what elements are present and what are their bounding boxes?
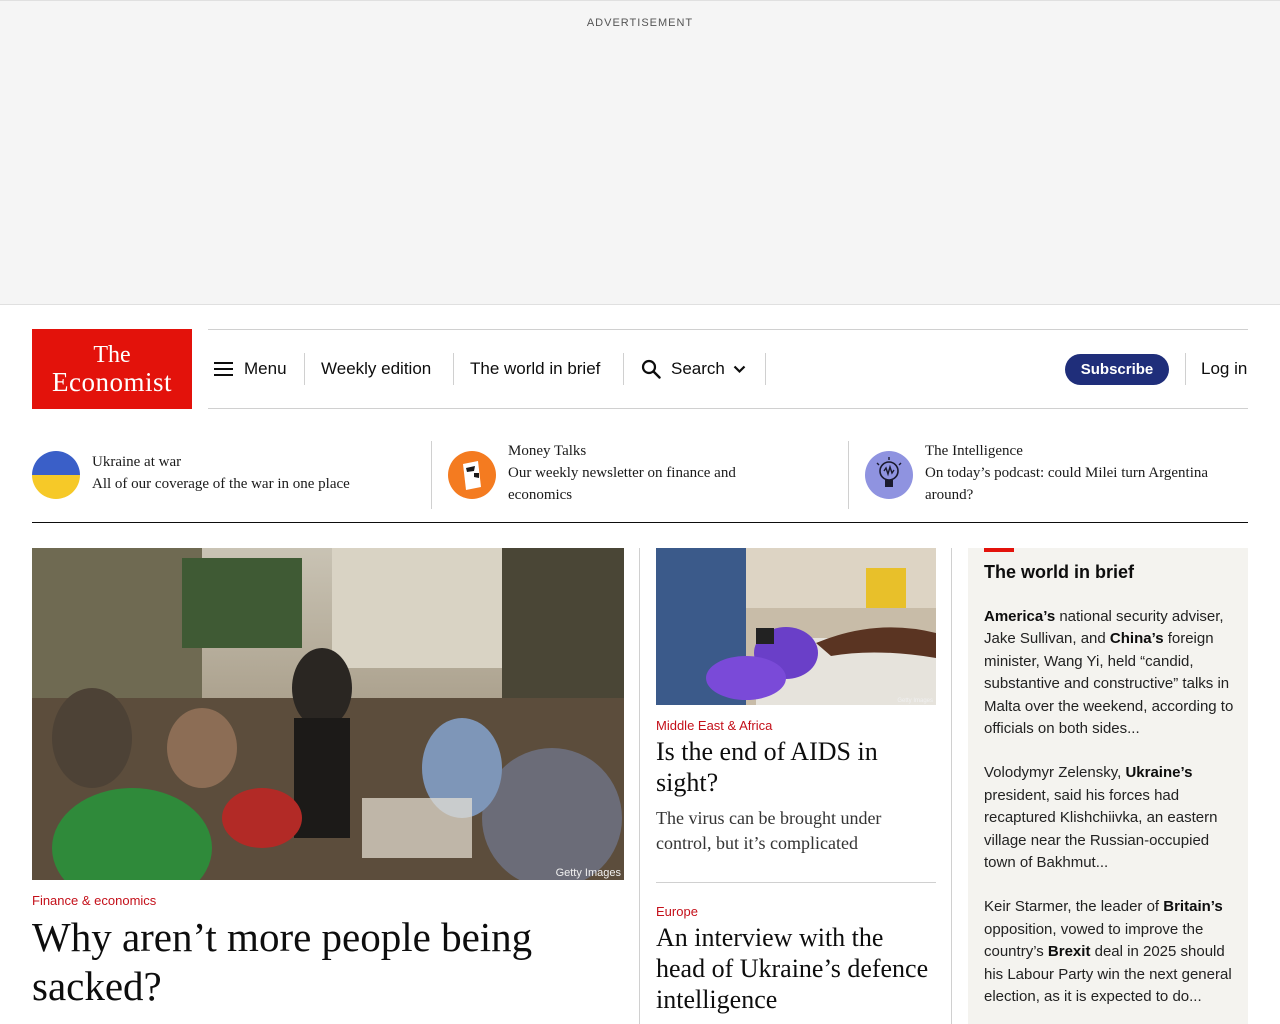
promo-divider — [848, 441, 849, 509]
lead-story-image[interactable]: Getty Images — [32, 548, 624, 880]
promo-title: Money Talks — [508, 443, 587, 459]
column-divider — [951, 548, 952, 1024]
brief-item[interactable]: Volodymyr Zelensky, Ukraine’s president,… — [984, 762, 1236, 874]
nav-divider — [304, 353, 305, 385]
main-navigation: Menu Weekly edition The world in brief S… — [208, 329, 1248, 409]
standfirst-line-2: control, but it’s complicated — [656, 833, 858, 853]
headline-line-2: head of Ukraine’s defence — [656, 954, 929, 983]
logo-line-2: Economist — [52, 367, 172, 397]
headline-line-2: sight? — [656, 768, 719, 797]
world-in-brief-list: America’s national security adviser, Jak… — [984, 606, 1236, 1024]
image-credit: Getty Images — [555, 867, 621, 879]
login-link[interactable]: Log in — [1201, 330, 1247, 408]
lightbulb-icon — [865, 451, 913, 499]
world-in-brief-link[interactable]: The world in brief — [470, 330, 600, 408]
headline-line-1: Is the end of AIDS in — [656, 737, 878, 766]
image-credit: Getty Images — [897, 698, 933, 704]
logo-line-1: The — [93, 342, 131, 368]
economist-logo[interactable]: The Economist — [32, 329, 192, 409]
section-accent-bar — [984, 548, 1014, 552]
promo-title: The Intelligence — [925, 443, 1023, 459]
promo-ukraine[interactable]: Ukraine at war All of our coverage of th… — [32, 440, 422, 510]
headline-line-1: An interview with the — [656, 923, 884, 952]
aids-story-image[interactable]: Getty Images — [656, 548, 936, 705]
section-label-middle-east[interactable]: Middle East & Africa — [656, 718, 772, 733]
brief-item[interactable]: America’s national security adviser, Jak… — [984, 606, 1236, 740]
headline-line-3: intelligence — [656, 985, 778, 1014]
advertisement-banner: ADVERTISEMENT — [0, 0, 1280, 305]
promo-description-line-1: Our weekly newsletter on finance and — [508, 465, 736, 481]
chevron-down-icon — [733, 365, 746, 373]
promo-the-intelligence[interactable]: The Intelligence On today’s podcast: cou… — [865, 440, 1248, 510]
weekly-edition-link[interactable]: Weekly edition — [321, 330, 431, 408]
advertisement-label: ADVERTISEMENT — [586, 17, 694, 29]
headline-line-2: sacked? — [32, 963, 162, 1009]
standfirst-line-1: The virus can be brought under — [656, 808, 882, 828]
menu-button[interactable]: Menu — [214, 330, 287, 408]
world-in-brief-panel: The world in brief America’s national se… — [968, 548, 1248, 1024]
search-label: Search — [671, 359, 725, 378]
brief-item[interactable]: Keir Starmer, the leader of Britain’s op… — [984, 896, 1236, 1008]
search-button[interactable]: Search — [641, 330, 746, 408]
nav-divider — [623, 353, 624, 385]
promo-title: Ukraine at war — [92, 454, 182, 470]
aids-story-standfirst: The virus can be brought under control, … — [656, 806, 936, 856]
promo-description-line-2: around? — [925, 487, 974, 503]
story-divider — [656, 882, 936, 883]
lead-story-headline[interactable]: Why aren’t more people being sacked? — [32, 913, 532, 1011]
menu-label: Menu — [244, 359, 287, 378]
column-divider — [639, 548, 640, 1024]
world-in-brief-title[interactable]: The world in brief — [984, 562, 1134, 583]
promo-description-line-2: economics — [508, 487, 573, 503]
subscribe-button[interactable]: Subscribe — [1065, 354, 1169, 385]
nav-divider — [765, 353, 766, 385]
promo-description-line-1: On today’s podcast: could Milei turn Arg… — [925, 465, 1209, 481]
promo-divider — [431, 441, 432, 509]
promo-money-talks[interactable]: Money Talks Our weekly newsletter on fin… — [448, 440, 838, 510]
section-divider — [32, 522, 1248, 523]
ukraine-flag-icon — [32, 451, 80, 499]
section-label-europe[interactable]: Europe — [656, 904, 698, 919]
headline-line-1: Why aren’t more people being — [32, 914, 533, 960]
nav-divider — [1185, 353, 1186, 385]
ukraine-interview-headline[interactable]: An interview with the head of Ukraine’s … — [656, 922, 928, 1015]
search-icon — [641, 359, 661, 379]
section-label-finance[interactable]: Finance & economics — [32, 893, 156, 908]
promo-description: All of our coverage of the war in one pl… — [92, 476, 350, 492]
hamburger-icon — [214, 362, 233, 376]
nav-divider — [453, 353, 454, 385]
aids-story-headline[interactable]: Is the end of AIDS in sight? — [656, 736, 878, 798]
money-talks-icon — [448, 451, 496, 499]
